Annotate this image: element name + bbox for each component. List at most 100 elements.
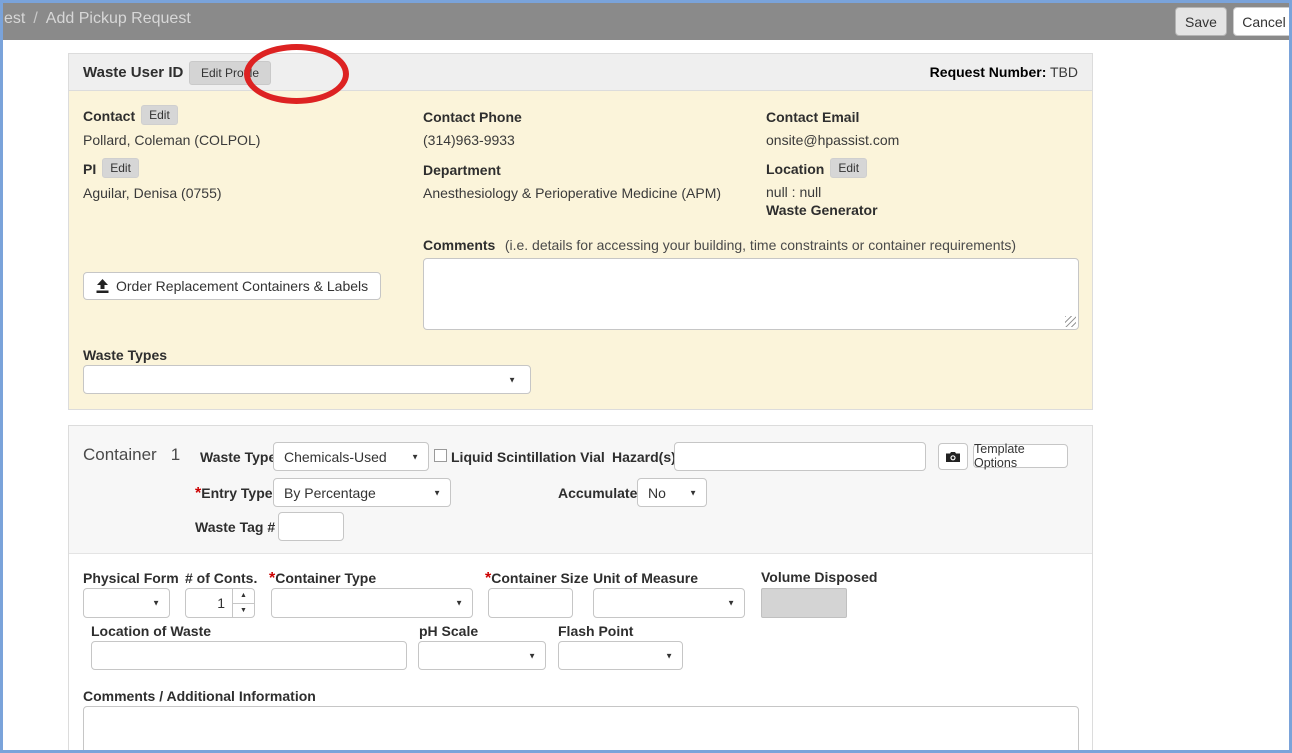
container-size-label: Container Size: [491, 570, 588, 586]
breadcrumb-separator: /: [33, 10, 37, 27]
container-title: Container1: [83, 445, 180, 465]
contact-phone-label: Contact Phone: [423, 109, 522, 125]
stepper-down-icon[interactable]: ▼: [233, 603, 254, 618]
contact-email-value: onsite@hpassist.com: [766, 132, 899, 148]
physical-form-select[interactable]: ▼: [83, 588, 170, 618]
waste-tag-label: Waste Tag #: [195, 519, 275, 535]
physical-form-label: Physical Form: [83, 570, 179, 586]
num-conts-stepper: ▲ ▼: [185, 588, 255, 618]
container-1-panel: Container1 Waste Type Chemicals-Used ▼ L…: [68, 425, 1093, 753]
pi-label: PI: [83, 161, 96, 177]
num-conts-input[interactable]: [186, 589, 232, 617]
accumulate-select[interactable]: No ▼: [637, 478, 707, 507]
cancel-button[interactable]: Cancel: [1233, 7, 1292, 36]
entry-type-label-row: *Entry Type: [195, 485, 273, 503]
unit-of-measure-label: Unit of Measure: [593, 570, 698, 586]
waste-type-label: Waste Type: [200, 449, 276, 465]
request-number: Request Number: TBD: [930, 64, 1078, 80]
pi-field-label-row: PI Edit: [83, 158, 139, 179]
flash-point-select[interactable]: ▼: [558, 641, 683, 670]
location-of-waste-input[interactable]: [91, 641, 407, 670]
container-size-input[interactable]: [488, 588, 573, 618]
flash-point-label: Flash Point: [558, 623, 633, 639]
order-replacement-label: Order Replacement Containers & Labels: [116, 278, 368, 294]
waste-tag-input[interactable]: [278, 512, 344, 541]
profile-comments-textarea[interactable]: [423, 258, 1079, 330]
dropdown-caret-icon: ▼: [508, 375, 516, 384]
dropdown-caret-icon: ▼: [455, 599, 463, 608]
contact-edit-button[interactable]: Edit: [141, 105, 178, 125]
dropdown-caret-icon: ▼: [433, 488, 441, 497]
liquid-scintillation-vial-label: Liquid Scintillation Vial: [451, 449, 605, 465]
waste-type-select[interactable]: Chemicals-Used ▼: [273, 442, 429, 471]
container-comments-label: Comments / Additional Information: [83, 688, 316, 704]
profile-comments-label: Comments: [423, 237, 495, 253]
upload-icon: [96, 279, 109, 293]
container-comments-textarea[interactable]: [83, 706, 1079, 753]
ph-scale-label: pH Scale: [419, 623, 478, 639]
hazards-input[interactable]: [674, 442, 926, 471]
entry-type-label: Entry Type: [201, 485, 272, 501]
hazards-label: Hazard(s): [612, 449, 676, 465]
volume-disposed-label: Volume Disposed: [761, 569, 877, 585]
num-conts-label: # of Conts.: [185, 570, 257, 586]
container-size-label-row: *Container Size: [485, 570, 588, 588]
accumulate-label: Accumulate: [558, 485, 637, 501]
profile-comments-hint: (i.e. details for accessing your buildin…: [505, 237, 1016, 253]
contact-value: Pollard, Coleman (COLPOL): [83, 132, 260, 148]
request-number-value: TBD: [1050, 64, 1078, 80]
location-value: null : null: [766, 184, 821, 200]
location-of-waste-label: Location of Waste: [91, 623, 211, 639]
contact-phone-value: (314)963-9933: [423, 132, 515, 148]
waste-type-selected-value: Chemicals-Used: [284, 449, 387, 465]
dropdown-caret-icon: ▼: [411, 452, 419, 461]
camera-icon: [945, 451, 961, 463]
edit-profile-button[interactable]: Edit Profile: [189, 61, 271, 85]
contact-email-label: Contact Email: [766, 109, 859, 125]
breadcrumb: est / Add Pickup Request: [4, 10, 191, 28]
pi-edit-button[interactable]: Edit: [102, 158, 139, 178]
contact-label: Contact: [83, 108, 135, 124]
profile-comments-label-row: Comments (i.e. details for accessing you…: [423, 237, 1016, 255]
dropdown-caret-icon: ▼: [689, 488, 697, 497]
waste-generator-label: Waste Generator: [766, 202, 878, 218]
entry-type-select[interactable]: By Percentage ▼: [273, 478, 451, 507]
waste-types-select[interactable]: ▼: [83, 365, 531, 394]
container-type-select[interactable]: ▼: [271, 588, 473, 618]
request-number-label: Request Number:: [930, 64, 1047, 80]
stepper-up-icon[interactable]: ▲: [233, 589, 254, 603]
entry-type-selected-value: By Percentage: [284, 485, 376, 501]
textarea-resize-grip[interactable]: [1065, 316, 1076, 327]
template-options-button[interactable]: Template Options: [973, 444, 1068, 468]
stepper-arrows: ▲ ▼: [232, 589, 254, 617]
add-pickup-request-page: est / Add Pickup Request Save Cancel Waste…: [0, 0, 1292, 753]
camera-button[interactable]: [938, 443, 968, 470]
location-label: Location: [766, 161, 824, 177]
waste-user-profile-panel: Waste User ID Edit Profile Request Numbe…: [68, 53, 1093, 410]
department-label: Department: [423, 162, 501, 178]
top-navbar: est / Add Pickup Request Save Cancel: [0, 0, 1292, 40]
department-value: Anesthesiology & Perioperative Medicine …: [423, 185, 721, 201]
container-number: 1: [171, 445, 180, 464]
breadcrumb-prefix[interactable]: est: [4, 10, 25, 27]
container-type-label-row: *Container Type: [269, 570, 376, 588]
accumulate-selected-value: No: [648, 485, 666, 501]
ph-scale-select[interactable]: ▼: [418, 641, 546, 670]
container-type-label: Container Type: [275, 570, 376, 586]
dropdown-caret-icon: ▼: [152, 599, 160, 608]
panel-title-waste-user-id: Waste User ID: [83, 64, 183, 81]
pi-value: Aguilar, Denisa (0755): [83, 185, 222, 201]
waste-types-label: Waste Types: [83, 347, 167, 363]
location-field-label-row: Location Edit: [766, 158, 867, 179]
dropdown-caret-icon: ▼: [727, 599, 735, 608]
unit-of-measure-select[interactable]: ▼: [593, 588, 745, 618]
contact-field-label-row: Contact Edit: [83, 105, 178, 126]
breadcrumb-current: Add Pickup Request: [46, 10, 191, 27]
liquid-scintillation-vial-checkbox[interactable]: [434, 449, 447, 462]
dropdown-caret-icon: ▼: [665, 651, 673, 660]
save-button[interactable]: Save: [1175, 7, 1227, 36]
location-edit-button[interactable]: Edit: [830, 158, 867, 178]
order-replacement-button[interactable]: Order Replacement Containers & Labels: [83, 272, 381, 300]
dropdown-caret-icon: ▼: [528, 651, 536, 660]
profile-panel-header: Waste User ID Edit Profile Request Numbe…: [69, 54, 1092, 91]
